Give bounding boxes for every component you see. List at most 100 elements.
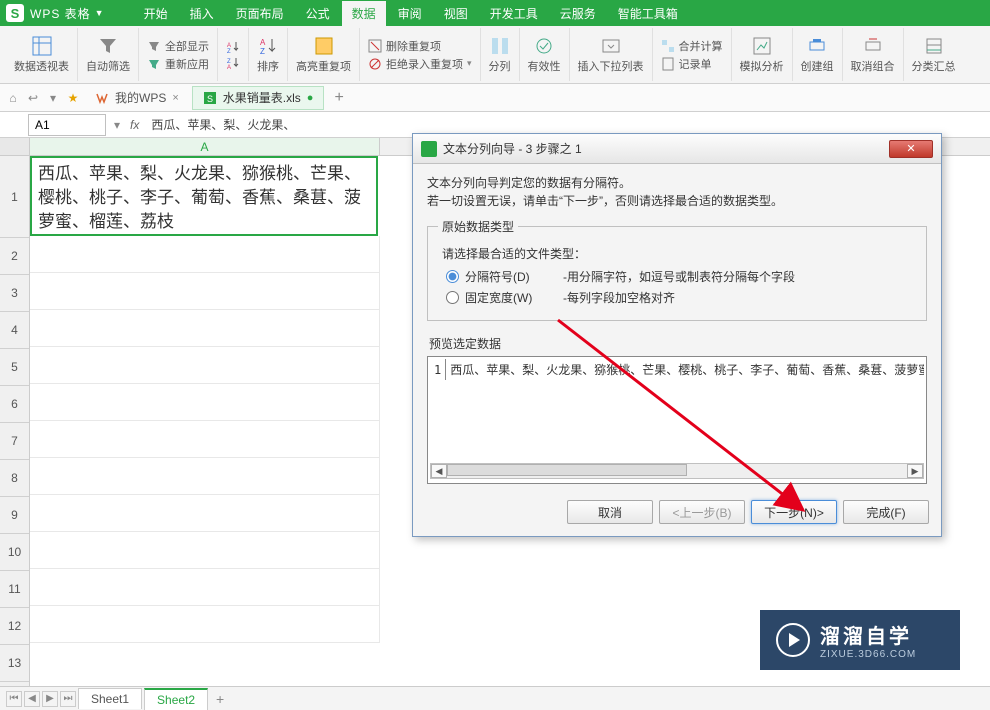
row-header-3[interactable]: 3 [0, 275, 29, 312]
consolidate-button[interactable]: 合并计算 [661, 38, 723, 54]
row-header-9[interactable]: 9 [0, 497, 29, 534]
tab-file[interactable]: S 水果销量表.xls ● [192, 86, 325, 110]
favourite-icon[interactable]: ★ [64, 89, 82, 107]
insert-dropdown-button[interactable]: 插入下拉列表 [578, 36, 644, 74]
row-header-12[interactable]: 12 [0, 608, 29, 645]
close-icon[interactable]: ● [307, 92, 314, 104]
highlight-dup-icon [314, 36, 334, 56]
new-tab-button[interactable]: + [326, 89, 351, 107]
doctab-dropdown-icon[interactable]: ▾ [44, 89, 62, 107]
sort-button[interactable]: AZ排序 [257, 36, 279, 74]
group-legend: 原始数据类型 [438, 218, 518, 235]
sheet-nav-prev-icon[interactable]: ◀ [24, 691, 40, 707]
sheet-tab-1[interactable]: Sheet1 [78, 688, 142, 709]
radio-fixed-width-label: 固定宽度(W) [465, 289, 557, 306]
row-header-13[interactable]: 13 [0, 645, 29, 682]
cell-a1[interactable]: 西瓜、苹果、梨、火龙果、猕猴桃、芒果、樱桃、桃子、李子、葡萄、香蕉、桑葚、菠萝蜜… [30, 156, 378, 236]
dialog-titlebar[interactable]: 文本分列向导 - 3 步骤之 1 ✕ [413, 134, 941, 164]
ungroup-button[interactable]: 取消组合 [851, 36, 895, 74]
cell-row[interactable] [30, 384, 380, 421]
preview-h-scrollbar[interactable]: ◀ ▶ [430, 463, 924, 479]
row-header-11[interactable]: 11 [0, 571, 29, 608]
nav-back-icon[interactable]: ↩ [24, 89, 42, 107]
menu-page-layout[interactable]: 页面布局 [226, 1, 294, 26]
watermark-url: ZIXUE.3D66.COM [820, 649, 916, 660]
radio-fixed-width-desc: -每列字段加空格对齐 [563, 289, 675, 306]
radio-delimited[interactable] [446, 270, 459, 283]
simulate-button[interactable]: 模拟分析 [740, 36, 784, 74]
row-header-1[interactable]: 1 [0, 156, 29, 238]
cell-row[interactable] [30, 273, 380, 310]
fx-icon[interactable]: fx [124, 118, 145, 132]
cell-row[interactable] [30, 347, 380, 384]
formula-input[interactable]: 西瓜、苹果、梨、火龙果、 [145, 116, 990, 133]
select-all-corner[interactable] [0, 138, 29, 156]
sort-asc-icon[interactable]: AZ [226, 40, 240, 54]
reject-dup-icon [368, 57, 382, 71]
menu-formula[interactable]: 公式 [296, 1, 340, 26]
cancel-button[interactable]: 取消 [567, 500, 653, 524]
radio-delimited-desc: -用分隔字符，如逗号或制表符分隔每个字段 [563, 268, 795, 285]
remove-dup-button[interactable]: 删除重复项 [368, 38, 441, 54]
scroll-right-icon[interactable]: ▶ [907, 464, 923, 478]
row-header-2[interactable]: 2 [0, 238, 29, 275]
prev-button[interactable]: <上一步(B) [659, 500, 745, 524]
add-sheet-button[interactable]: + [210, 691, 230, 707]
row-header-7[interactable]: 7 [0, 423, 29, 460]
row-header-8[interactable]: 8 [0, 460, 29, 497]
scroll-thumb[interactable] [447, 464, 687, 476]
radio-fixed-width[interactable] [446, 291, 459, 304]
row-header-6[interactable]: 6 [0, 386, 29, 423]
title-bar: S WPS 表格 ▼ 开始 插入 页面布局 公式 数据 审阅 视图 开发工具 云… [0, 0, 990, 26]
menu-view[interactable]: 视图 [434, 1, 478, 26]
record-button[interactable]: 记录单 [661, 56, 712, 72]
menu-insert[interactable]: 插入 [180, 1, 224, 26]
menu-smart-tools[interactable]: 智能工具箱 [608, 1, 688, 26]
sort-desc-icon[interactable]: ZA [226, 56, 240, 70]
close-icon[interactable]: × [172, 92, 178, 104]
menu-devtools[interactable]: 开发工具 [480, 1, 548, 26]
show-all-button[interactable]: 全部显示 [147, 38, 209, 54]
sheet-tab-2[interactable]: Sheet2 [144, 688, 208, 710]
cell-row[interactable] [30, 236, 380, 273]
cell-row[interactable] [30, 495, 380, 532]
pivot-table-button[interactable]: 数据透视表 [14, 36, 69, 74]
sheet-nav-next-icon[interactable]: ▶ [42, 691, 58, 707]
autofilter-button[interactable]: 自动筛选 [86, 36, 130, 74]
validation-button[interactable]: 有效性 [528, 36, 561, 74]
name-box-dropdown-icon[interactable]: ▾ [110, 118, 124, 132]
highlight-dup-button[interactable]: 高亮重复项 [296, 36, 351, 74]
cell-row[interactable] [30, 458, 380, 495]
cell-row[interactable] [30, 310, 380, 347]
menu-data[interactable]: 数据 [342, 1, 386, 26]
dialog-title: 文本分列向导 - 3 步骤之 1 [443, 140, 889, 157]
app-menu-dropdown-icon[interactable]: ▼ [95, 8, 104, 18]
menu-start[interactable]: 开始 [134, 1, 178, 26]
row-header-4[interactable]: 4 [0, 312, 29, 349]
text-to-columns-button[interactable]: 分列 [489, 36, 511, 74]
group-button[interactable]: 创建组 [801, 36, 834, 74]
cell-row[interactable] [30, 606, 380, 643]
sheet-nav-last-icon[interactable]: ⏭ [60, 691, 76, 707]
menu-review[interactable]: 审阅 [388, 1, 432, 26]
validation-icon [534, 36, 554, 56]
cell-row[interactable] [30, 569, 380, 606]
nav-home-icon[interactable]: ⌂ [4, 89, 22, 107]
dialog-close-button[interactable]: ✕ [889, 140, 933, 158]
tab-my-wps[interactable]: 我的WPS × [84, 86, 190, 110]
row-header-5[interactable]: 5 [0, 349, 29, 386]
cell-row[interactable] [30, 421, 380, 458]
subtotal-button[interactable]: 分类汇总 [912, 36, 956, 74]
next-button[interactable]: 下一步(N)> [751, 500, 837, 524]
finish-button[interactable]: 完成(F) [843, 500, 929, 524]
sheet-nav-first-icon[interactable]: ⏮ [6, 691, 22, 707]
menu-cloud[interactable]: 云服务 [550, 1, 606, 26]
row-header-10[interactable]: 10 [0, 534, 29, 571]
cell-row[interactable] [30, 532, 380, 569]
reapply-button[interactable]: 重新应用 [147, 56, 209, 72]
name-box[interactable]: A1 [28, 114, 106, 136]
scroll-left-icon[interactable]: ◀ [431, 464, 447, 478]
dialog-description: 文本分列向导判定您的数据有分隔符。 若一切设置无误，请单击“下一步”，否则请选择… [427, 174, 927, 210]
reject-dup-button[interactable]: 拒绝录入重复项 ▾ [368, 56, 472, 72]
column-header-a[interactable]: A [30, 138, 380, 155]
